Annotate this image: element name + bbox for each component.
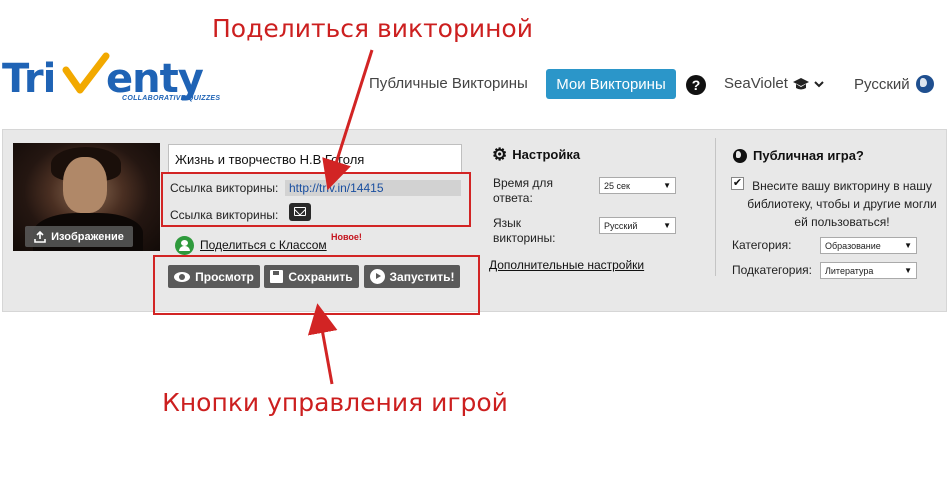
category-value: Образование	[825, 240, 881, 251]
language-label: Русский	[854, 75, 910, 93]
upload-icon	[34, 230, 46, 243]
settings-heading: ⚙ Настройка	[492, 144, 581, 164]
highlight-control-buttons	[153, 255, 480, 315]
public-checkbox[interactable]: ✔	[731, 177, 744, 190]
annotation-share-quiz: Поделиться викториной	[212, 14, 533, 43]
arrow-to-controls	[307, 303, 338, 385]
nav-my-quizzes[interactable]: Мои Викторины	[546, 69, 676, 99]
quiz-title-input[interactable]: Жизнь и творчество Н.В Гоголя	[168, 144, 462, 174]
answer-time-label: Время для ответа:	[493, 176, 553, 205]
user-icon	[175, 236, 194, 255]
answer-time-value: 25 сек	[604, 180, 630, 191]
caret-down-icon: ▼	[663, 181, 671, 190]
graduation-cap-icon	[792, 77, 809, 89]
upload-image-button[interactable]: Изображение	[25, 226, 133, 247]
user-menu[interactable]: SeaViolet	[724, 75, 824, 92]
subcategory-value: Литература	[825, 265, 874, 276]
panel-divider	[715, 138, 716, 276]
globe-icon	[733, 148, 747, 163]
public-game-title: Публичная игра?	[753, 148, 864, 163]
portrait-face	[63, 157, 107, 213]
settings-title: Настройка	[512, 147, 581, 162]
subcategory-label: Подкатегория:	[732, 263, 812, 277]
quiz-language-select[interactable]: Русский ▼	[599, 217, 676, 234]
chevron-down-icon	[814, 80, 824, 87]
user-name: SeaViolet	[724, 75, 788, 92]
globe-icon	[915, 75, 934, 93]
quiz-language-value: Русский	[604, 220, 638, 231]
caret-down-icon: ▼	[904, 241, 912, 250]
language-selector[interactable]: Русский	[854, 75, 934, 93]
public-description: Внесите вашу викторину в нашу библиотеку…	[747, 179, 937, 229]
help-icon[interactable]: ?	[686, 75, 706, 95]
share-with-class-link[interactable]: Поделиться с Классом	[200, 238, 327, 252]
category-label: Категория:	[732, 238, 792, 252]
quiz-language-label: Язык викторины:	[493, 216, 556, 245]
caret-down-icon: ▼	[663, 221, 671, 230]
upload-image-label: Изображение	[51, 230, 124, 243]
subcategory-select[interactable]: Литература ▼	[820, 262, 917, 279]
public-game-heading: Публичная игра?	[733, 148, 864, 163]
caret-down-icon: ▼	[904, 266, 912, 275]
more-settings-link[interactable]: Дополнительные настройки	[489, 258, 644, 272]
nav-public-quizzes[interactable]: Публичные Викторины	[369, 75, 528, 92]
svg-text:Tri: Tri	[2, 56, 55, 102]
gear-icon: ⚙	[492, 144, 508, 164]
trivently-logo[interactable]: Tri enty COLLABORATIVE QUIZZES	[2, 52, 242, 108]
category-select[interactable]: Образование ▼	[820, 237, 917, 254]
logo-tagline: COLLABORATIVE QUIZZES	[122, 95, 221, 102]
annotation-game-controls: Кнопки управления игрой	[162, 388, 508, 417]
new-badge: Новое!	[331, 232, 362, 242]
highlight-share-links	[161, 172, 471, 227]
answer-time-select[interactable]: 25 сек ▼	[599, 177, 676, 194]
